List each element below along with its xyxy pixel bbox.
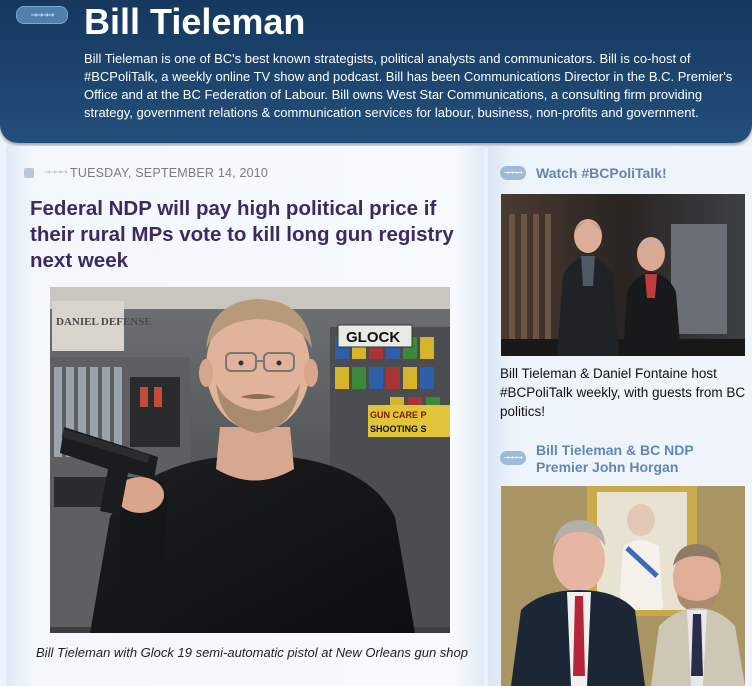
sidebar: →→→→ Watch #BCPoliTalk! Bill Tieleman & … <box>488 146 752 686</box>
post-photo-caption: Bill Tieleman with Glock 19 semi-automat… <box>36 645 468 660</box>
post-date: TUESDAY, SEPTEMBER 14, 2010 <box>70 166 269 180</box>
sidebar-heading-bcpolitalk: Watch #BCPoliTalk! <box>536 165 667 181</box>
sidebar-bcpolitalk-text: Bill Tieleman & Daniel Fontaine host #BC… <box>500 366 746 419</box>
bcpolitalk-hosts-photo[interactable] <box>501 194 745 356</box>
horgan-photo[interactable] <box>501 486 745 686</box>
blog-title[interactable]: Bill Tieleman <box>84 0 305 44</box>
arrow-right-icon: →→→→ <box>500 166 526 180</box>
bcpolitalk-hosts-illustration <box>501 194 745 356</box>
gun-shop-photo-illustration: DANIEL DEFENSE GLOCK GUN CARE P SHOOTING… <box>50 287 450 633</box>
blog-header: →→→→ Bill Tieleman Bill Tieleman is one … <box>0 0 752 143</box>
sidebar-heading-horgan: Bill Tieleman & BC NDP Premier John Horg… <box>536 442 694 475</box>
daniel-defense-sign-text: DANIEL DEFENSE <box>56 316 152 328</box>
main-column: →→→→ TUESDAY, SEPTEMBER 14, 2010 Federal… <box>6 146 484 686</box>
shooting-sign-text: SHOOTING S <box>370 424 427 434</box>
gun-care-sign-text: GUN CARE P <box>370 410 427 420</box>
square-bullet-icon <box>24 168 34 178</box>
glock-sign-text: GLOCK <box>346 329 400 346</box>
post-title[interactable]: Federal NDP will pay high political pric… <box>30 196 470 274</box>
post-photo[interactable]: DANIEL DEFENSE GLOCK GUN CARE P SHOOTING… <box>50 287 450 633</box>
horgan-photo-illustration <box>501 486 745 686</box>
arrow-right-icon: →→→→ <box>500 451 526 465</box>
blog-description: Bill Tieleman is one of BC's best known … <box>84 51 733 120</box>
arrow-right-icon: →→→→ <box>16 6 68 24</box>
